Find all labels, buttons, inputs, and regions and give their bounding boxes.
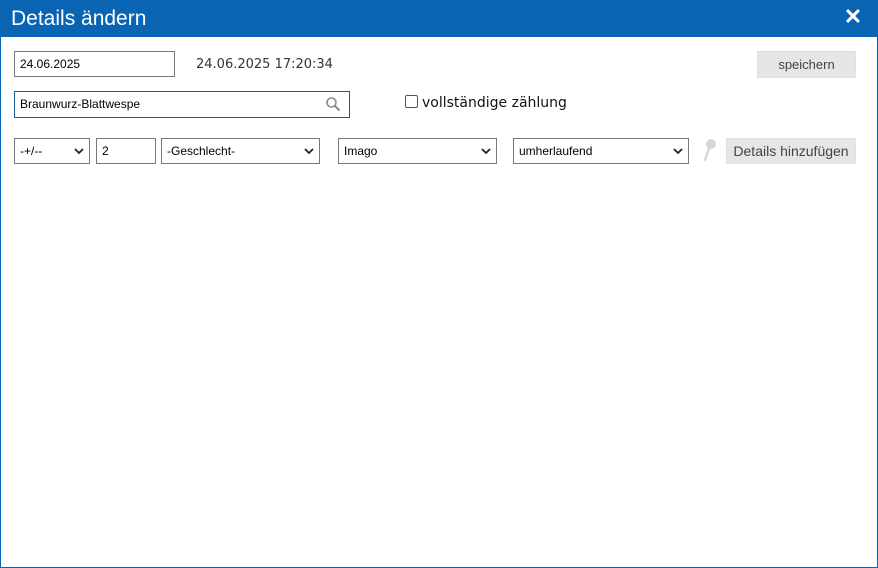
activity-select[interactable]: umherlaufend <box>513 138 689 164</box>
activity-select-value: umherlaufend <box>519 144 593 158</box>
count-input-value: 2 <box>102 144 109 158</box>
date-input-value: 24.06.2025 <box>20 57 81 71</box>
stage-select-value: Imago <box>344 144 378 158</box>
count-input[interactable]: 2 <box>96 138 156 164</box>
sex-select-value: -Geschlecht- <box>167 144 236 158</box>
search-icon[interactable] <box>325 96 341 112</box>
close-icon: ✕ <box>843 4 863 29</box>
date-input[interactable]: 24.06.2025 <box>14 51 175 77</box>
timestamp-text: 24.06.2025 17:20:34 <box>196 57 333 72</box>
dialog-titlebar: Details ändern ✕ <box>1 1 877 37</box>
species-input-value: Braunwurz-Blattwespe <box>20 97 141 111</box>
species-search-input[interactable]: Braunwurz-Blattwespe <box>14 91 350 118</box>
precision-select-value: -+/-- <box>20 144 43 158</box>
dialog-title: Details ändern <box>11 7 147 30</box>
chevron-down-icon <box>304 148 314 155</box>
chevron-down-icon <box>673 148 683 155</box>
sex-select[interactable]: -Geschlecht- <box>161 138 320 164</box>
save-button[interactable]: speichern <box>757 51 856 78</box>
details-dialog: Details ändern ✕ 24.06.2025 24.06.2025 1… <box>0 0 878 568</box>
precision-select[interactable]: -+/-- <box>14 138 90 164</box>
chevron-down-icon <box>74 148 84 155</box>
complete-count-label: vollständige zählung <box>422 95 567 111</box>
complete-count-checkbox[interactable] <box>405 95 418 108</box>
close-button[interactable]: ✕ <box>843 5 863 29</box>
pin-icon[interactable] <box>701 138 719 162</box>
add-details-button[interactable]: Details hinzufügen <box>726 138 856 164</box>
stage-select[interactable]: Imago <box>338 138 497 164</box>
chevron-down-icon <box>481 148 491 155</box>
complete-count-option[interactable]: vollständige zählung <box>405 95 567 111</box>
